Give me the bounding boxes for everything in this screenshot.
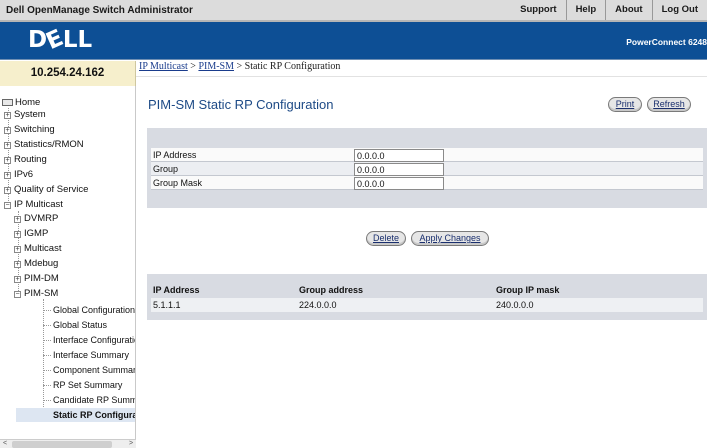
group-row: Group xyxy=(151,162,703,176)
tree-line xyxy=(43,299,44,419)
sidebar-item-ip-multicast[interactable]: − IP Multicast xyxy=(4,198,63,212)
group-mask-row: Group Mask xyxy=(151,176,703,190)
expand-icon[interactable]: + xyxy=(14,231,21,238)
home-icon xyxy=(2,99,13,106)
static-rp-table: IP Address Group address Group IP mask 5… xyxy=(147,274,707,320)
group-mask-input[interactable] xyxy=(354,177,444,190)
page-title: PIM-SM Static RP Configuration xyxy=(148,97,334,112)
ip-address-row: IP Address xyxy=(151,148,703,162)
support-link[interactable]: Support xyxy=(511,0,565,20)
delete-button[interactable]: Delete xyxy=(366,231,406,246)
top-links: Support Help About Log Out xyxy=(511,0,707,20)
ip-address-label: IP Address xyxy=(153,150,197,160)
sidebar-item-pim-sm[interactable]: − PIM-SM xyxy=(14,287,58,301)
ip-address-input[interactable] xyxy=(354,149,444,162)
expand-icon[interactable]: + xyxy=(4,172,11,179)
column-header-group-address: Group address xyxy=(299,285,364,295)
sidebar-item-system[interactable]: + System xyxy=(4,108,46,122)
sidebar-item-dvmrp[interactable]: + DVMRP xyxy=(14,212,58,226)
cell-group-ip-mask: 240.0.0.0 xyxy=(496,300,534,310)
config-header-band xyxy=(147,128,707,147)
cell-ip-address: 5.1.1.1 xyxy=(153,300,181,310)
print-button[interactable]: Print xyxy=(608,97,642,112)
group-input[interactable] xyxy=(354,163,444,176)
sidebar-item-statistics[interactable]: + Statistics/RMON xyxy=(4,138,84,152)
sidebar-item-igmp[interactable]: + IGMP xyxy=(14,227,48,241)
sidebar-item-interface-configuration[interactable]: Interface Configuration xyxy=(53,333,135,347)
scroll-left-arrow-icon[interactable]: < xyxy=(0,440,10,448)
about-link[interactable]: About xyxy=(605,0,651,20)
table-header: IP Address Group address Group IP mask xyxy=(151,283,703,297)
top-bar: Dell OpenManage Switch Administrator Sup… xyxy=(0,0,707,22)
divider xyxy=(136,76,707,77)
collapse-icon[interactable]: − xyxy=(14,291,21,298)
cell-group-address: 224.0.0.0 xyxy=(299,300,337,310)
expand-icon[interactable]: + xyxy=(4,157,11,164)
expand-icon[interactable]: + xyxy=(14,261,21,268)
config-form-panel: IP Address Group Group Mask xyxy=(147,128,707,208)
sidebar-item-candidate-rp-summary[interactable]: Candidate RP Summary xyxy=(53,393,135,407)
sidebar-item-routing[interactable]: + Routing xyxy=(4,153,47,167)
expand-icon[interactable]: + xyxy=(4,112,11,119)
column-header-ip-address: IP Address xyxy=(153,285,200,295)
banner: DELL PowerConnect 6248 xyxy=(0,22,707,60)
expand-icon[interactable]: + xyxy=(14,246,21,253)
help-link[interactable]: Help xyxy=(565,0,606,20)
breadcrumb-link-ip-multicast[interactable]: IP Multicast xyxy=(139,61,188,72)
sidebar-item-pim-dm[interactable]: + PIM-DM xyxy=(14,272,59,286)
product-name: PowerConnect 6248 xyxy=(626,37,707,47)
group-mask-label: Group Mask xyxy=(153,178,203,188)
collapse-icon[interactable]: − xyxy=(4,202,11,209)
expand-icon[interactable]: + xyxy=(4,187,11,194)
table-row: 5.1.1.1 224.0.0.0 240.0.0.0 xyxy=(151,298,703,312)
sidebar-item-switching[interactable]: + Switching xyxy=(4,123,55,137)
refresh-button[interactable]: Refresh xyxy=(647,97,691,112)
scrollbar-thumb[interactable] xyxy=(12,441,112,448)
column-header-group-ip-mask: Group IP mask xyxy=(496,285,560,295)
sidebar-item-rp-set-summary[interactable]: RP Set Summary xyxy=(53,378,122,392)
config-table: IP Address Group Group Mask xyxy=(151,148,703,190)
expand-icon[interactable]: + xyxy=(4,142,11,149)
expand-icon[interactable]: + xyxy=(14,276,21,283)
sidebar-item-interface-summary[interactable]: Interface Summary xyxy=(53,348,129,362)
breadcrumb-link-pim-sm[interactable]: PIM-SM xyxy=(198,61,234,72)
sidebar-item-static-rp-configuration[interactable]: Static RP Configuration xyxy=(16,408,135,422)
expand-icon[interactable]: + xyxy=(4,127,11,134)
sidebar-item-component-summary[interactable]: Component Summary xyxy=(53,363,135,377)
sidebar-item-mdebug[interactable]: + Mdebug xyxy=(14,257,58,271)
app-title: Dell OpenManage Switch Administrator xyxy=(6,5,193,16)
sidebar-item-multicast[interactable]: + Multicast xyxy=(14,242,61,256)
apply-changes-button[interactable]: Apply Changes xyxy=(411,231,489,246)
sidebar-item-global-status[interactable]: Global Status xyxy=(53,318,107,332)
sidebar-horizontal-scrollbar[interactable]: < > xyxy=(0,439,136,448)
sidebar-item-ipv6[interactable]: + IPv6 xyxy=(4,168,33,182)
device-ip: 10.254.24.162 xyxy=(0,61,136,86)
scroll-right-arrow-icon[interactable]: > xyxy=(126,440,136,448)
sidebar-item-global-configuration[interactable]: Global Configuration xyxy=(53,303,135,317)
breadcrumb: IP Multicast > PIM-SM > Static RP Config… xyxy=(139,61,341,72)
expand-icon[interactable]: + xyxy=(14,216,21,223)
group-label: Group xyxy=(153,164,179,174)
sidebar-nav: Home + System + Switching + Statistics/RMON… xyxy=(0,86,136,448)
breadcrumb-current: Static RP Configuration xyxy=(244,61,341,72)
dell-logo: DELL xyxy=(28,24,93,56)
logout-link[interactable]: Log Out xyxy=(651,0,707,20)
sidebar-item-qos[interactable]: + Quality of Service xyxy=(4,183,88,197)
